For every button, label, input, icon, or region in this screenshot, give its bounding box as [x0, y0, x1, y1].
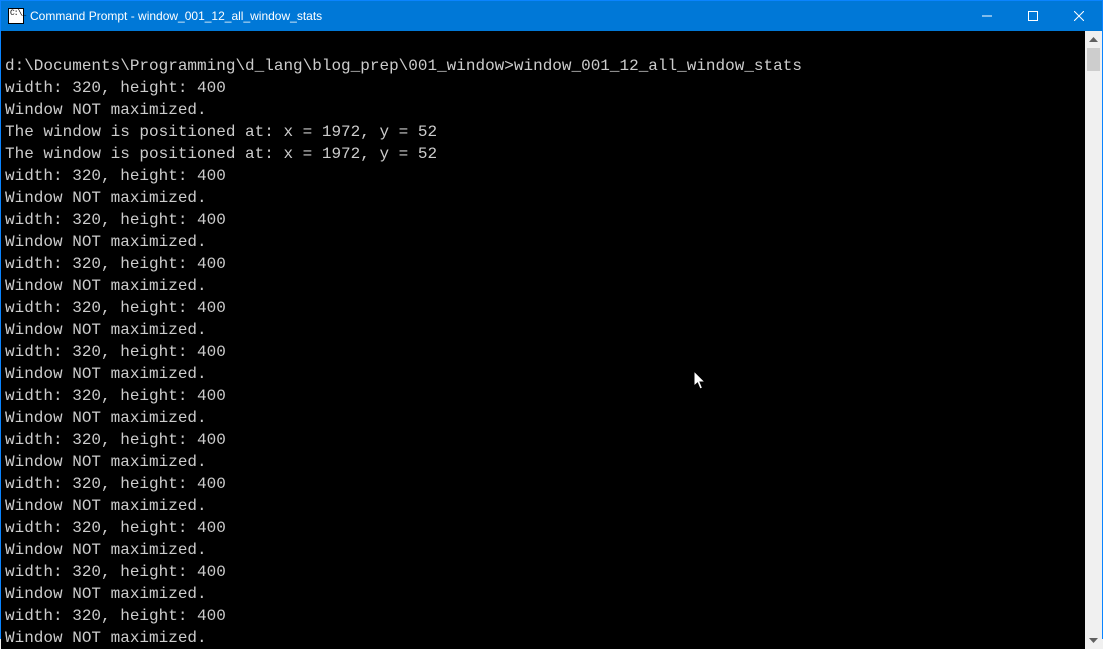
vertical-scrollbar[interactable]: [1085, 31, 1102, 649]
console-line: width: 320, height: 400: [5, 253, 1081, 275]
scrollbar-thumb[interactable]: [1087, 48, 1100, 71]
console-line: width: 320, height: 400: [5, 341, 1081, 363]
maximize-button[interactable]: [1010, 1, 1056, 31]
console-line: [5, 33, 1081, 55]
command-prompt-window: Command Prompt - window_001_12_all_windo…: [0, 0, 1103, 639]
scroll-up-arrow-icon[interactable]: [1085, 31, 1102, 48]
console-line: width: 320, height: 400: [5, 517, 1081, 539]
scroll-down-arrow-icon[interactable]: [1085, 632, 1102, 649]
console-line: Window NOT maximized.: [5, 99, 1081, 121]
console-output[interactable]: d:\Documents\Programming\d_lang\blog_pre…: [1, 31, 1085, 649]
cmd-icon: [8, 8, 24, 24]
console-line: width: 320, height: 400: [5, 165, 1081, 187]
console-line: Window NOT maximized.: [5, 583, 1081, 605]
console-line: width: 320, height: 400: [5, 429, 1081, 451]
window-controls: [964, 1, 1102, 31]
console-line: Window NOT maximized.: [5, 187, 1081, 209]
client-area: d:\Documents\Programming\d_lang\blog_pre…: [1, 31, 1102, 649]
console-line: The window is positioned at: x = 1972, y…: [5, 121, 1081, 143]
console-line: Window NOT maximized.: [5, 275, 1081, 297]
console-line: width: 320, height: 400: [5, 77, 1081, 99]
minimize-button[interactable]: [964, 1, 1010, 31]
console-line: Window NOT maximized.: [5, 407, 1081, 429]
console-line: width: 320, height: 400: [5, 385, 1081, 407]
console-line: width: 320, height: 400: [5, 209, 1081, 231]
console-line: width: 320, height: 400: [5, 297, 1081, 319]
console-line: Window NOT maximized.: [5, 231, 1081, 253]
console-line: Window NOT maximized.: [5, 627, 1081, 649]
console-line: width: 320, height: 400: [5, 605, 1081, 627]
console-line: Window NOT maximized.: [5, 495, 1081, 517]
console-line: width: 320, height: 400: [5, 473, 1081, 495]
console-line: The window is positioned at: x = 1972, y…: [5, 143, 1081, 165]
window-title: Command Prompt - window_001_12_all_windo…: [30, 1, 964, 31]
close-button[interactable]: [1056, 1, 1102, 31]
console-line: Window NOT maximized.: [5, 451, 1081, 473]
console-line: Window NOT maximized.: [5, 319, 1081, 341]
console-line: Window NOT maximized.: [5, 539, 1081, 561]
console-line: width: 320, height: 400: [5, 561, 1081, 583]
prompt-line: d:\Documents\Programming\d_lang\blog_pre…: [5, 55, 1081, 77]
console-line: Window NOT maximized.: [5, 363, 1081, 385]
titlebar[interactable]: Command Prompt - window_001_12_all_windo…: [1, 1, 1102, 31]
